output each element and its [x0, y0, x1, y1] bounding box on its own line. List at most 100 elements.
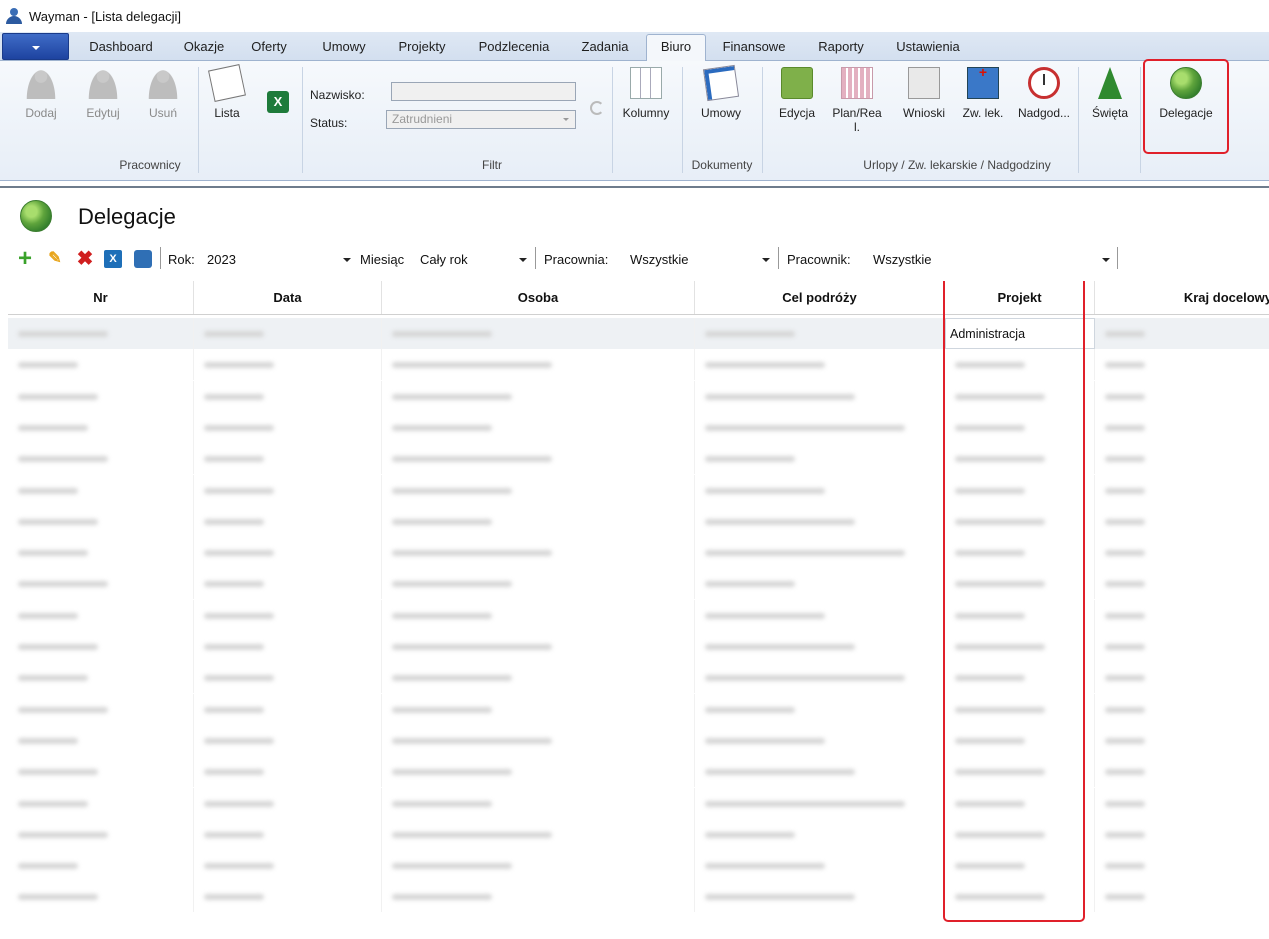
group-label-dokumenty: Dokumenty — [691, 158, 753, 172]
edit-person-icon — [87, 67, 119, 99]
excel-export-icon[interactable]: X — [104, 250, 122, 268]
tab-zadania[interactable]: Zadania — [570, 37, 640, 61]
dodaj-label: Dodaj — [25, 106, 57, 120]
table-cell — [382, 443, 695, 475]
tab-podzlecenia[interactable]: Podzlecenia — [466, 37, 562, 61]
toolbar-divider — [778, 247, 779, 269]
tab-umowy[interactable]: Umowy — [312, 37, 376, 61]
redacted-cell-content — [1105, 456, 1145, 463]
table-cell — [8, 631, 194, 662]
delete-icon[interactable]: ✖ — [76, 249, 94, 269]
column-header-nr[interactable]: Nr — [8, 281, 194, 314]
tab-biuro[interactable]: Biuro — [646, 34, 706, 62]
redacted-cell-content — [392, 769, 512, 776]
swieta-button[interactable]: Święta — [1084, 61, 1136, 151]
projekt-column-highlight-box — [943, 281, 1085, 922]
lista-label: Lista — [214, 106, 240, 120]
hospital-icon — [967, 64, 999, 99]
redacted-cell-content — [204, 831, 264, 838]
refresh-icon[interactable] — [590, 101, 604, 115]
dodaj-button[interactable]: Dodaj — [16, 61, 66, 151]
table-cell — [382, 505, 695, 537]
plan-real-label-line2: l. — [854, 120, 860, 134]
nazwisko-input[interactable] — [391, 82, 576, 101]
delegacje-highlight-box — [1143, 59, 1229, 154]
usun-button[interactable]: Usuń — [138, 61, 188, 151]
pracownik-value[interactable]: Wszystkie — [873, 252, 932, 267]
redacted-cell-content — [1105, 393, 1145, 400]
table-cell — [382, 474, 695, 506]
redacted-cell-content — [18, 675, 88, 682]
table-cell — [695, 380, 945, 412]
tab-dashboard[interactable]: Dashboard — [78, 37, 164, 61]
table-cell — [1095, 349, 1269, 380]
tab-oferty[interactable]: Oferty — [244, 37, 294, 61]
pracownia-value[interactable]: Wszystkie — [630, 252, 689, 267]
redacted-cell-content — [18, 612, 78, 619]
redacted-cell-content — [18, 863, 78, 870]
redacted-cell-content — [705, 393, 855, 400]
tab-okazje[interactable]: Okazje — [172, 37, 236, 61]
table-cell — [194, 787, 382, 819]
excel-export-button[interactable]: X — [262, 61, 294, 151]
miesiac-dropdown-icon[interactable] — [519, 258, 527, 262]
rok-value[interactable]: 2023 — [207, 252, 236, 267]
lista-button[interactable]: Lista — [204, 61, 250, 151]
redacted-cell-content — [705, 424, 905, 431]
table-cell — [8, 693, 194, 725]
tab-projekty[interactable]: Projekty — [386, 37, 458, 61]
application-menu-button[interactable] — [2, 33, 69, 60]
redacted-cell-content — [705, 894, 855, 901]
umowy-button[interactable]: Umowy — [692, 61, 750, 151]
table-cell — [194, 693, 382, 725]
group-divider — [1140, 67, 1141, 173]
plan-real-button[interactable]: Plan/Rea l. — [826, 61, 888, 151]
status-select[interactable]: Zatrudnieni — [386, 110, 576, 129]
redacted-cell-content — [18, 831, 108, 838]
group-divider — [302, 67, 303, 173]
columns-icon — [630, 67, 662, 99]
tab-ustawienia[interactable]: Ustawienia — [884, 37, 972, 61]
edit-icon[interactable]: ✎ — [46, 250, 64, 268]
edycja-button[interactable]: Edycja — [770, 61, 824, 151]
table-cell — [382, 349, 695, 381]
rok-dropdown-icon[interactable] — [343, 258, 351, 262]
nazwisko-label: Nazwisko: — [310, 88, 365, 102]
table-cell — [695, 474, 945, 506]
pracownik-dropdown-icon[interactable] — [1102, 258, 1110, 262]
redacted-cell-content — [18, 644, 98, 650]
tab-finansowe[interactable]: Finansowe — [712, 37, 796, 61]
redacted-cell-content — [705, 487, 825, 494]
add-icon[interactable]: + — [16, 247, 34, 271]
nadgodziny-button[interactable]: Nadgod... — [1012, 61, 1076, 151]
wnioski-button[interactable]: Wnioski — [894, 61, 954, 151]
window-title: Wayman - [Lista delegacji] — [29, 8, 181, 24]
redacted-cell-content — [705, 831, 795, 838]
zw-lek-button[interactable]: Zw. lek. — [954, 61, 1012, 151]
redacted-cell-content — [1105, 424, 1145, 431]
table-cell — [194, 568, 382, 600]
edytuj-button[interactable]: Edytuj — [76, 61, 130, 151]
redacted-cell-content — [392, 800, 492, 807]
redacted-cell-content — [18, 331, 108, 337]
column-header-cel-podrozy[interactable]: Cel podróży — [695, 281, 945, 314]
table-cell — [695, 599, 945, 631]
miesiac-value[interactable]: Cały rok — [420, 252, 468, 267]
print-icon[interactable] — [134, 250, 152, 268]
table-cell — [8, 881, 194, 913]
column-header-data[interactable]: Data — [194, 281, 382, 314]
table-cell — [382, 818, 695, 850]
list-icon — [208, 64, 246, 102]
pracownia-dropdown-icon[interactable] — [762, 258, 770, 262]
table-cell — [382, 537, 695, 569]
kolumny-button[interactable]: Kolumny — [616, 61, 676, 151]
redacted-cell-content — [705, 612, 825, 619]
column-header-osoba[interactable]: Osoba — [382, 281, 695, 314]
redacted-cell-content — [18, 769, 98, 776]
tab-raporty[interactable]: Raporty — [806, 37, 876, 61]
redacted-cell-content — [204, 737, 274, 744]
list-toolbar: + ✎ ✖ X Rok: 2023 Miesiąc Cały rok Praco… — [0, 243, 1269, 273]
excel-icon: X — [267, 91, 289, 113]
column-header-kraj-docelowy[interactable]: Kraj docelowy — [1095, 281, 1269, 314]
table-cell — [8, 474, 194, 506]
